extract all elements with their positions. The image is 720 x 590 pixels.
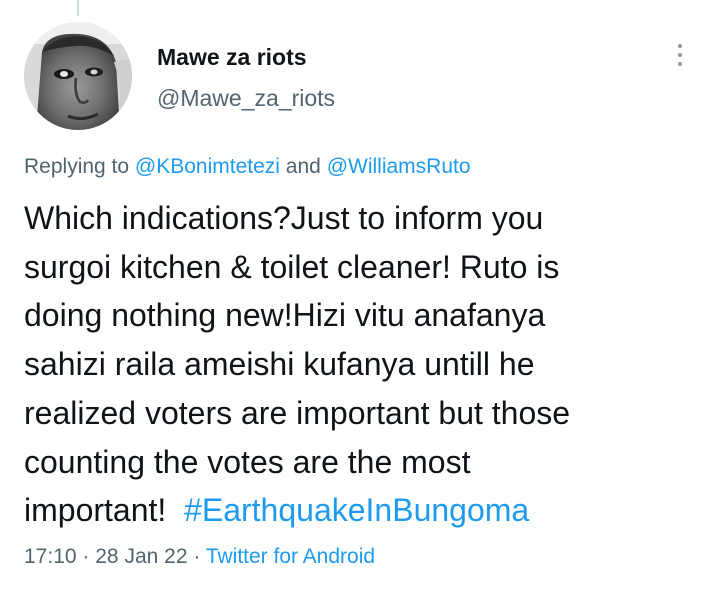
more-dot [678, 62, 682, 66]
author-handle[interactable]: @Mawe_za_riots [157, 83, 335, 113]
replying-to-user-link[interactable]: @KBonimtetezi [135, 155, 280, 178]
tweet-text-line: important! [24, 492, 167, 529]
replying-to-user-link[interactable]: @WilliamsRuto [327, 155, 471, 178]
replying-to: Replying to @KBonimtetezi and @WilliamsR… [24, 152, 471, 182]
tweet-date[interactable]: 28 Jan 22 [95, 545, 187, 568]
tweet-text-line: surgoi kitchen & toilet cleaner! Ruto is [24, 248, 560, 285]
author-display-name[interactable]: Mawe za riots [157, 42, 307, 72]
replying-to-conjunction: and [285, 155, 321, 178]
more-vertical-icon[interactable] [664, 38, 696, 72]
tweet-text-line: realized voters are important but those [24, 394, 571, 431]
tweet-time[interactable]: 17:10 [24, 545, 77, 568]
hashtag-link[interactable]: #EarthquakeInBungoma [184, 492, 529, 528]
more-dot [678, 53, 682, 57]
tweet-text-line: Which indications?Just to inform you [24, 200, 544, 236]
profile-photo-icon [24, 22, 132, 130]
tweet-text: Which indications?Just to inform you sur… [24, 194, 704, 535]
meta-separator: · [193, 545, 201, 568]
avatar[interactable] [24, 22, 132, 130]
tweet-text-line: sahizi raila ameishi kufanya untill he [24, 346, 535, 383]
tweet-text-last-line: important! #EarthquakeInBungoma [24, 486, 704, 535]
replying-to-prefix: Replying to [24, 155, 130, 178]
meta-separator: · [82, 545, 90, 568]
tweet-meta: 17:10 · 28 Jan 22 · Twitter for Android [24, 542, 375, 572]
more-dot [678, 44, 682, 48]
tweet-text-line: doing nothing new!Hizi vitu anafanya [24, 297, 546, 334]
tweet-text-line: counting the votes are the most [24, 443, 471, 480]
tweet-source-link[interactable]: Twitter for Android [206, 545, 375, 568]
thread-connector-line [77, 0, 79, 16]
